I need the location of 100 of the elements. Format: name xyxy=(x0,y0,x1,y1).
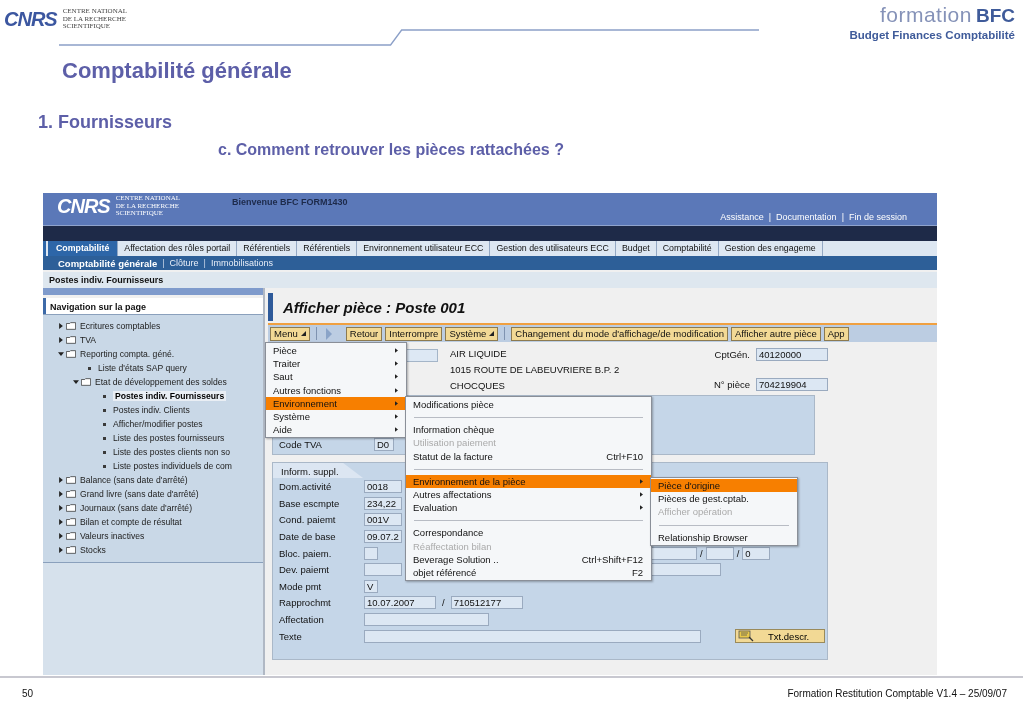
navigation-item[interactable]: Balance (sans date d'arrêté) xyxy=(80,475,188,485)
navigation-item[interactable]: Liste des postes fournisseurs xyxy=(113,433,225,443)
input-field[interactable] xyxy=(651,563,721,577)
navigation-item[interactable]: Postes indiv. Fournisseurs xyxy=(113,391,227,401)
slide-title: Comptabilité générale xyxy=(62,58,292,83)
menu-item[interactable]: Système xyxy=(266,409,406,424)
input-field[interactable]: 09.07.2 xyxy=(364,530,402,544)
field-separator: / xyxy=(442,597,445,609)
toggle-icon[interactable] xyxy=(58,519,64,525)
toggle-icon[interactable] xyxy=(58,505,64,511)
menu-item[interactable]: Autres fonctions xyxy=(266,383,406,397)
brand-acronym: BFC xyxy=(975,5,1015,27)
input-field[interactable]: 234,22 xyxy=(364,496,402,510)
toggle-icon[interactable] xyxy=(58,337,64,343)
menu-item[interactable]: Evaluation xyxy=(406,501,651,515)
toolbar-button[interactable]: Changement du mode d'affichage/de modification xyxy=(511,326,729,341)
toggle-icon[interactable] xyxy=(58,351,64,357)
field-label: Dom.activité xyxy=(279,481,333,493)
menu-item[interactable]: Autres affectations xyxy=(406,487,651,502)
toggle-icon[interactable] xyxy=(58,323,64,329)
menu-item[interactable]: Saut xyxy=(266,370,406,384)
toolbar-button[interactable]: Interrompre xyxy=(385,326,443,341)
header-link[interactable]: Fin de session xyxy=(848,212,907,222)
checkbox[interactable] xyxy=(364,546,378,560)
toggle-icon[interactable] xyxy=(58,547,64,553)
input-field[interactable]: D0 xyxy=(374,438,394,451)
sub-tab[interactable]: Clôture xyxy=(169,258,199,268)
bullet-icon xyxy=(103,436,106,440)
menu-item[interactable]: Environnement de la pièce xyxy=(406,474,651,488)
panel-title: Inform. suppl. xyxy=(281,466,339,477)
menu-button[interactable]: Menu xyxy=(270,326,310,341)
input-field[interactable]: 10.07.2007 xyxy=(364,596,436,610)
menu-item[interactable]: objet référencé F2 xyxy=(406,565,651,580)
navigation-item[interactable]: Afficher/modifier postes xyxy=(113,419,203,429)
navigation-item[interactable]: Journaux (sans date d'arrêté) xyxy=(80,503,192,513)
field-separator: / xyxy=(700,547,703,559)
page-breadcrumb: Postes indiv. Fournisseurs xyxy=(49,275,164,285)
toggle-icon[interactable] xyxy=(58,533,64,539)
menu-item[interactable]: Modifications pièce xyxy=(406,398,651,412)
navigation-item[interactable]: Liste d'états SAP query xyxy=(98,363,187,373)
brand-word: formation xyxy=(879,3,972,27)
toolbar-button[interactable]: Retour xyxy=(345,326,383,341)
input-field[interactable]: 704219904 xyxy=(756,378,828,391)
link-separator: | xyxy=(841,212,844,222)
logo: CNRS xyxy=(57,195,110,218)
input-field[interactable]: 0018 xyxy=(364,480,402,494)
field-separator: / xyxy=(736,547,740,559)
sub-tab[interactable]: Comptabilité générale xyxy=(58,257,158,269)
header-link[interactable]: Assistance xyxy=(720,212,764,222)
navigation-item[interactable]: Stocks xyxy=(80,545,106,555)
field-label: Bloc. paiem. xyxy=(279,547,333,559)
menu-item[interactable]: Statut de la facture Ctrl+F10 xyxy=(406,449,651,463)
vendor-address-line: AIR LIQUIDE xyxy=(450,348,508,360)
toggle-icon[interactable] xyxy=(58,477,64,483)
menu-item[interactable]: Environnement xyxy=(266,396,406,410)
input-field[interactable] xyxy=(364,613,489,627)
menu-item[interactable]: Correspondance xyxy=(406,526,651,540)
input-field[interactable] xyxy=(364,563,402,577)
navigation-item[interactable]: Liste des postes clients non so xyxy=(113,447,231,457)
field-label: Code TVA xyxy=(279,439,323,450)
menu-item[interactable]: Pièce xyxy=(266,344,406,358)
toggle-icon[interactable] xyxy=(73,379,79,385)
menu-item[interactable]: Pièce d'origine xyxy=(651,479,797,493)
field-label: Base escmpte xyxy=(279,497,341,509)
footer-text: Formation Restitution Comptable V1.4 – 25/09/07 xyxy=(787,687,1007,699)
toolbar-button[interactable]: App xyxy=(823,326,849,341)
bullet-icon xyxy=(103,422,106,426)
toolbar-button[interactable]: Afficher autre pièce xyxy=(731,326,821,341)
portal-tab[interactable]: Comptabilité xyxy=(48,241,119,256)
header-link[interactable]: Documentation xyxy=(776,212,837,222)
input-field[interactable]: 40120000 xyxy=(756,348,828,361)
input-field[interactable]: 0 xyxy=(742,546,771,560)
menu-item[interactable]: Traiter xyxy=(266,357,406,371)
input-field[interactable] xyxy=(705,546,734,560)
menu-item[interactable]: Information chèque xyxy=(406,423,651,437)
text-button[interactable]: Txt.descr. xyxy=(735,629,825,644)
navigation-item[interactable]: TVA xyxy=(80,335,97,345)
input-field[interactable] xyxy=(651,546,697,560)
menu-item[interactable]: Beverage Solution .. Ctrl+Shift+F12 xyxy=(406,552,651,566)
input-field[interactable]: 710512177 xyxy=(450,596,523,610)
navigation-item[interactable]: Liste postes individuels de com xyxy=(113,461,232,471)
navigation-item[interactable]: Bilan et compte de résultat xyxy=(80,517,182,527)
menu-button[interactable]: Système xyxy=(445,326,499,341)
caret-icon xyxy=(489,331,495,336)
field-label: Mode pmt xyxy=(279,580,323,592)
sub-tab[interactable]: Immobilisations xyxy=(210,258,273,268)
menu-item[interactable]: Pièces de gest.cptab. xyxy=(651,492,797,506)
navigation-item[interactable]: Reporting compta. géné. xyxy=(80,349,175,359)
navigation-item[interactable]: Ecritures comptables xyxy=(80,321,161,331)
toggle-icon[interactable] xyxy=(58,491,64,497)
navigation-item[interactable]: Etat de développement des soldes xyxy=(95,377,227,387)
menu-item[interactable]: Aide xyxy=(266,423,406,437)
tab-separator: | xyxy=(162,258,165,268)
menu-item[interactable]: Relationship Browser xyxy=(651,530,797,544)
navigation-item[interactable]: Postes indiv. Clients xyxy=(113,405,190,415)
input-field[interactable]: 001V xyxy=(364,513,402,527)
navigation-item[interactable]: Valeurs inactives xyxy=(80,531,145,541)
navigation-item[interactable]: Grand livre (sans date d'arrêté) xyxy=(80,489,199,499)
input-field[interactable]: V xyxy=(364,579,378,593)
input-field[interactable] xyxy=(364,629,701,643)
